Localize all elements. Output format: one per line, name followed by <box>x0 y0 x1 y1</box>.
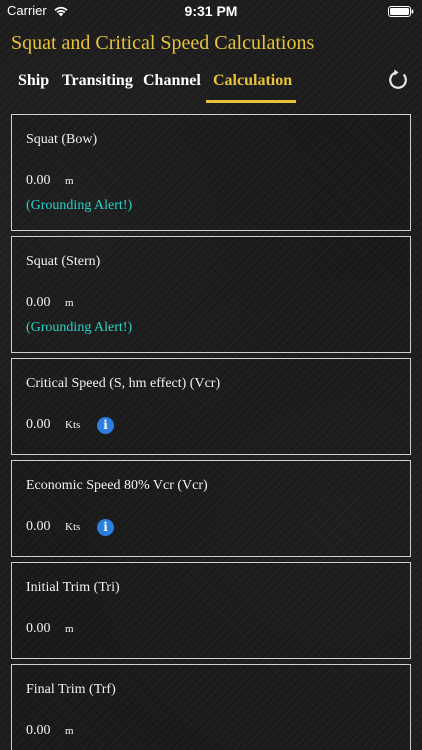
card-title: Final Trim (Trf) <box>26 682 116 697</box>
active-tab-indicator <box>206 100 296 103</box>
initial-trim-card: Initial Trim (Tri) 0.00 m <box>11 562 411 659</box>
economic-speed-value: 0.00 <box>26 519 51 534</box>
status-bar: Carrier 9:31 PM <box>0 0 422 24</box>
tab-ship[interactable]: Ship <box>18 70 49 104</box>
app-title: Squat and Critical Speed Calculations <box>11 32 315 54</box>
tab-channel[interactable]: Channel <box>143 70 201 104</box>
unit-label: m <box>65 297 74 309</box>
squat-bow-card: Squat (Bow) 0.00 m (Grounding Alert!) <box>11 114 411 231</box>
card-title: Initial Trim (Tri) <box>26 580 120 595</box>
final-trim-card: Final Trim (Trf) 0.00 m <box>11 664 411 750</box>
tab-transiting[interactable]: Transiting <box>62 70 133 104</box>
info-icon[interactable]: i <box>97 519 114 536</box>
battery-icon <box>388 6 414 17</box>
card-title: Squat (Bow) <box>26 132 98 147</box>
squat-stern-value: 0.00 <box>26 295 51 310</box>
squat-stern-card: Squat (Stern) 0.00 m (Grounding Alert!) <box>11 236 411 353</box>
unit-label: m <box>65 725 74 737</box>
grounding-alert: (Grounding Alert!) <box>26 320 133 335</box>
tab-calculation[interactable]: Calculation <box>213 70 292 104</box>
critical-speed-card: Critical Speed (S, hm effect) (Vcr) 0.00… <box>11 358 411 455</box>
status-time: 9:31 PM <box>184 3 238 19</box>
squat-bow-value: 0.00 <box>26 173 51 188</box>
unit-label: m <box>65 623 74 635</box>
refresh-icon[interactable] <box>387 69 409 91</box>
unit-label: Kts <box>65 419 81 431</box>
card-title: Critical Speed (S, hm effect) (Vcr) <box>26 376 221 391</box>
initial-trim-value: 0.00 <box>26 621 51 636</box>
grounding-alert: (Grounding Alert!) <box>26 198 133 213</box>
info-icon[interactable]: i <box>97 417 114 434</box>
unit-label: Kts <box>65 521 81 533</box>
card-title: Squat (Stern) <box>26 254 101 269</box>
final-trim-value: 0.00 <box>26 723 51 738</box>
critical-speed-value: 0.00 <box>26 417 51 432</box>
card-title: Economic Speed 80% Vcr (Vcr) <box>26 478 208 493</box>
economic-speed-card: Economic Speed 80% Vcr (Vcr) 0.00 Kts i <box>11 460 411 557</box>
unit-label: m <box>65 175 74 187</box>
